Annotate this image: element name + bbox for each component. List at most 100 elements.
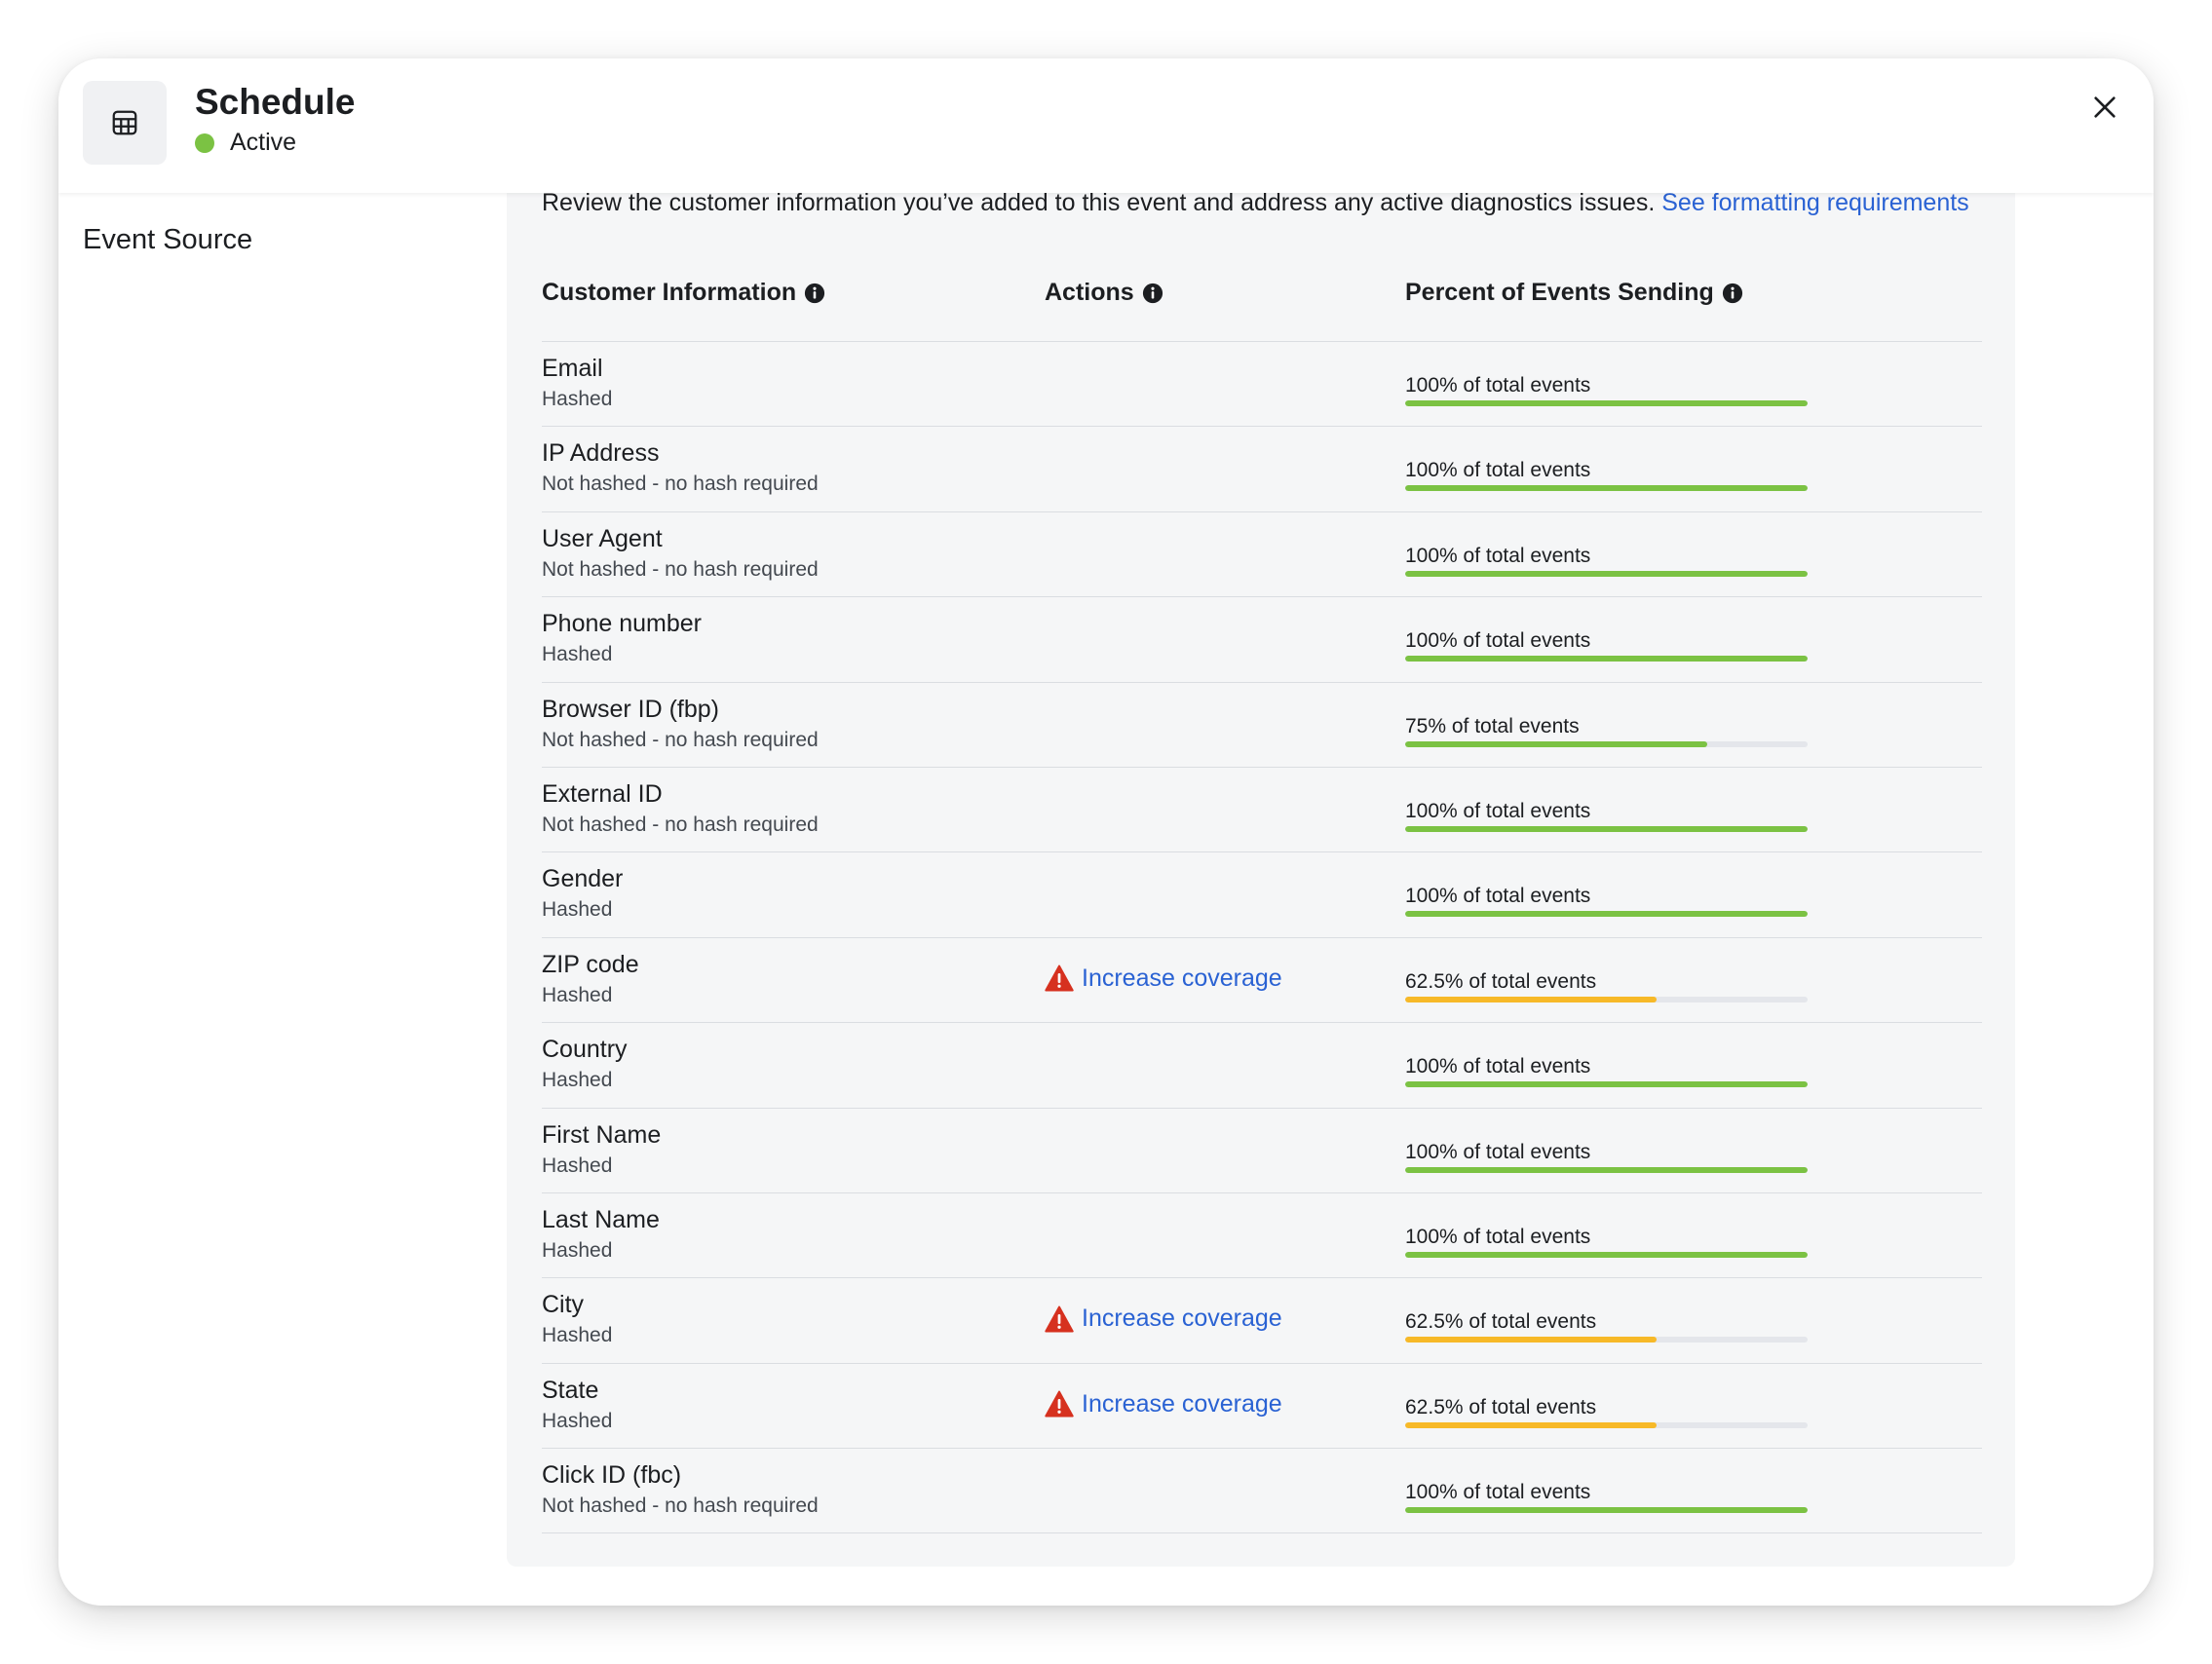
formatting-requirements-link[interactable]: See formatting requirements — [1661, 189, 1968, 216]
column-header-percent-of-events: Percent of Events Sending — [1405, 279, 1743, 307]
coverage-progress-fill — [1405, 996, 1658, 1002]
row-hash-status: Not hashed - no hash required — [542, 473, 819, 496]
action-label: Increase coverage — [1082, 1305, 1282, 1333]
row-hash-status: Not hashed - no hash required — [542, 728, 819, 751]
customer-info-panel: Review the customer information you’ve a… — [507, 189, 2015, 1567]
table-row: City Hashed Increase coverage 62.5% of tota… — [542, 1278, 1982, 1364]
close-button[interactable] — [2083, 86, 2126, 129]
row-field-name: Email — [542, 355, 603, 382]
coverage-progress-fill — [1405, 911, 1808, 918]
coverage-progress-fill — [1405, 656, 1808, 662]
warning-icon — [1045, 1305, 1074, 1333]
row-field-name: Gender — [542, 865, 624, 893]
coverage-progress-bar — [1405, 911, 1808, 918]
intro-text: Review the customer information you’ve a… — [542, 189, 1969, 217]
column-header-label: Customer Information — [542, 279, 797, 306]
page-title: Schedule — [195, 82, 356, 122]
table-row: Click ID (fbc) Not hashed - no hash requi… — [542, 1449, 1982, 1534]
row-field-name: State — [542, 1376, 599, 1404]
table-row: State Hashed Increase coverage 62.5% of tot… — [542, 1364, 1982, 1450]
dialog-header: Schedule Active — [58, 58, 2154, 193]
coverage-progress-bar — [1405, 740, 1808, 747]
table-row: Email Hashed 100% of total events — [542, 342, 1982, 428]
coverage-progress-fill — [1405, 1507, 1808, 1514]
row-field-name: Phone number — [542, 610, 703, 638]
event-details-dialog: Schedule Active Event Source Review the … — [58, 58, 2154, 1606]
table-row: Gender Hashed 100% of total events — [542, 852, 1982, 938]
sidebar-item-event-source[interactable]: Event Source — [83, 224, 252, 256]
table-row: Last Name Hashed 100% of total events — [542, 1193, 1982, 1279]
coverage-progress-bar — [1405, 825, 1808, 832]
row-hash-status: Hashed — [542, 643, 613, 666]
table-row: User Agent Not hashed - no hash required 1… — [542, 512, 1982, 598]
table-icon — [112, 110, 137, 135]
coverage-progress-fill — [1405, 485, 1808, 492]
row-field-name: Click ID (fbc) — [542, 1461, 682, 1490]
coverage-progress-bar — [1405, 1166, 1808, 1173]
row-field-name: Country — [542, 1036, 628, 1064]
coverage-progress-bar — [1405, 996, 1808, 1002]
row-field-name: IP Address — [542, 439, 660, 468]
intro-description: Review the customer information you’ve a… — [542, 189, 1656, 216]
info-icon[interactable] — [1722, 283, 1743, 304]
coverage-progress-bar — [1405, 656, 1808, 662]
percent-label: 62.5% of total events — [1405, 969, 1597, 993]
coverage-progress-bar — [1405, 570, 1808, 577]
row-hash-status: Hashed — [542, 1069, 613, 1092]
row-field-name: ZIP code — [542, 950, 639, 978]
coverage-progress-fill — [1405, 825, 1808, 832]
percent-label: 100% of total events — [1405, 459, 1591, 482]
row-hash-status: Not hashed - no hash required — [542, 1494, 819, 1518]
coverage-progress-fill — [1405, 740, 1707, 747]
app-icon-container — [83, 81, 167, 165]
info-icon[interactable] — [804, 283, 825, 304]
percent-label: 75% of total events — [1405, 714, 1580, 737]
percent-label: 100% of total events — [1405, 1140, 1591, 1163]
row-field-name: External ID — [542, 779, 663, 808]
row-hash-status: Hashed — [542, 388, 613, 410]
increase-coverage-link[interactable]: Increase coverage — [1045, 1305, 1282, 1333]
action-label: Increase coverage — [1082, 1389, 1282, 1418]
row-field-name: Last Name — [542, 1205, 660, 1233]
table-row: External ID Not hashed - no hash required… — [542, 768, 1982, 853]
percent-label: 100% of total events — [1405, 1055, 1591, 1078]
row-hash-status: Hashed — [542, 983, 613, 1006]
column-header-label: Actions — [1045, 279, 1134, 306]
row-hash-status: Not hashed - no hash required — [542, 557, 819, 581]
coverage-progress-bar — [1405, 1081, 1808, 1088]
table-row: IP Address Not hashed - no hash required 1… — [542, 427, 1982, 512]
table-row: First Name Hashed 100% of total events — [542, 1109, 1982, 1193]
row-field-name: Browser ID (fbp) — [542, 695, 719, 723]
table-row: Browser ID (fbp) Not hashed - no hash req… — [542, 683, 1982, 768]
info-icon[interactable] — [1142, 283, 1163, 304]
warning-icon — [1045, 1390, 1074, 1418]
table-row: Phone number Hashed 100% of total events — [542, 597, 1982, 683]
percent-label: 100% of total events — [1405, 544, 1591, 567]
coverage-progress-fill — [1405, 1166, 1808, 1173]
coverage-progress-bar — [1405, 1337, 1808, 1343]
row-hash-status: Hashed — [542, 1409, 613, 1432]
coverage-progress-fill — [1405, 400, 1808, 406]
percent-label: 62.5% of total events — [1405, 1310, 1597, 1334]
status-dot-icon — [195, 132, 214, 153]
column-header-actions: Actions — [1045, 279, 1163, 307]
close-icon — [2094, 96, 2116, 118]
customer-info-table: Email Hashed 100% of total events IP Addres… — [542, 341, 1982, 1534]
row-field-name: First Name — [542, 1120, 662, 1149]
row-hash-status: Not hashed - no hash required — [542, 813, 819, 836]
warning-icon — [1045, 964, 1074, 992]
coverage-progress-bar — [1405, 400, 1808, 406]
increase-coverage-link[interactable]: Increase coverage — [1045, 1390, 1282, 1418]
coverage-progress-bar — [1405, 1507, 1808, 1514]
row-hash-status: Hashed — [542, 898, 613, 922]
percent-label: 62.5% of total events — [1405, 1395, 1597, 1418]
row-field-name: User Agent — [542, 524, 663, 552]
row-field-name: City — [542, 1291, 585, 1319]
coverage-progress-fill — [1405, 570, 1808, 577]
coverage-progress-fill — [1405, 1251, 1808, 1258]
status-badge: Active — [195, 129, 296, 157]
coverage-progress-bar — [1405, 1421, 1808, 1428]
row-hash-status: Hashed — [542, 1153, 613, 1177]
increase-coverage-link[interactable]: Increase coverage — [1045, 964, 1282, 993]
percent-label: 100% of total events — [1405, 1481, 1591, 1504]
